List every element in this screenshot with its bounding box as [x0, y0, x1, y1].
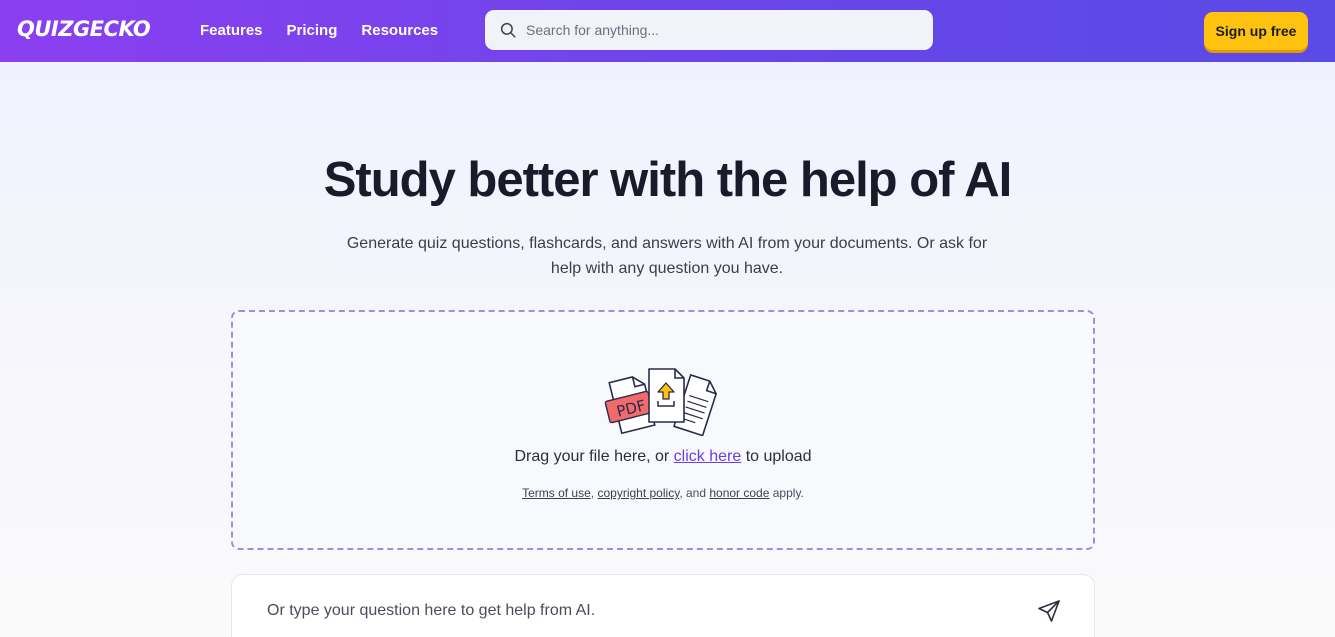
upload-file-illustration: PDF [604, 368, 717, 436]
page-title: Study better with the help of AI [323, 153, 1013, 207]
nav-link-features[interactable]: Features [200, 22, 263, 39]
sign-up-button[interactable]: Sign up free [1204, 12, 1308, 50]
send-button[interactable] [1036, 599, 1062, 625]
copyright-policy-link[interactable]: copyright policy [597, 486, 679, 500]
search-input[interactable] [526, 22, 906, 38]
legal-comma: , [590, 486, 595, 500]
terms-of-use-link[interactable]: Terms of use [522, 486, 591, 500]
question-box [231, 574, 1095, 637]
file-dropzone[interactable]: PDF Drag your file here, or click here t… [231, 310, 1095, 550]
question-input[interactable] [267, 599, 1007, 623]
quizgecko-logo[interactable]: QUIZGECKO [17, 17, 151, 41]
nav-link-resources[interactable]: Resources [361, 22, 438, 39]
drag-instructions: Drag your file here, or click here to up… [233, 448, 1093, 466]
legal-and: , and [679, 486, 707, 500]
hero-subtitle: Generate quiz questions, flashcards, and… [346, 235, 988, 277]
search-bar[interactable] [485, 10, 933, 50]
drag-suffix: to upload [745, 448, 812, 465]
legal-apply: apply. [772, 486, 804, 500]
honor-code-link[interactable]: honor code [709, 486, 769, 500]
nav-link-pricing[interactable]: Pricing [287, 22, 338, 39]
click-here-upload-link[interactable]: click here [674, 448, 742, 465]
drag-prefix: Drag your file here, or [514, 448, 670, 465]
nav-links: Features Pricing Resources [200, 22, 438, 39]
search-icon [500, 22, 516, 38]
legal-notice: Terms of use, copyright policy, and hono… [233, 486, 1093, 500]
send-icon [1038, 600, 1060, 622]
top-navbar: QUIZGECKO Features Pricing Resources Sig… [0, 0, 1335, 62]
